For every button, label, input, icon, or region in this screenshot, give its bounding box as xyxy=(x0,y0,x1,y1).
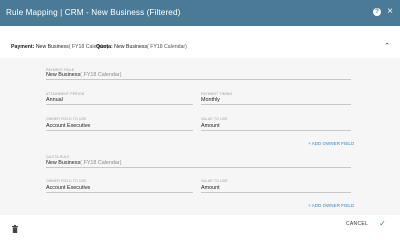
modal-header: Rule Mapping | CRM - New Business (Filte… xyxy=(0,0,400,26)
payment-timing-select[interactable]: Monthly xyxy=(201,96,351,105)
quota-summary-calendar: ( FY18 Calendar) xyxy=(147,44,187,50)
close-icon[interactable]: × xyxy=(385,5,395,19)
quota-rule-field[interactable]: New Business( FY18 Calendar) xyxy=(46,159,351,168)
attainment-period-select[interactable]: Annual xyxy=(46,96,193,105)
quota-summary-value: New Business xyxy=(114,44,148,50)
trash-icon[interactable] xyxy=(12,220,18,233)
quota-summary: Quota: New Business( FY18 Calendar) xyxy=(96,44,187,50)
payment-summary: Payment: New Business( FY18 Calendar) xyxy=(11,44,109,50)
value-field-label: VALUE TO USE xyxy=(201,117,228,121)
mapping-content: PAYMENT RULE New Business( FY18 Calendar… xyxy=(0,58,400,215)
help-icon[interactable]: ? xyxy=(373,8,381,16)
add-owner-field-button[interactable]: + ADD OWNER FIELD xyxy=(308,141,354,146)
quota-owner-field-select[interactable]: Account Executive xyxy=(46,184,193,193)
value-field-select[interactable]: Amount xyxy=(201,122,351,131)
quota-value-field-label: VALUE TO USE xyxy=(201,179,228,183)
mapping-summary: Payment: New Business( FY18 Calendar) Qu… xyxy=(0,40,400,54)
modal-footer: CANCEL ✓ xyxy=(0,215,400,233)
modal-title: Rule Mapping | CRM - New Business (Filte… xyxy=(6,8,181,17)
chevron-up-icon[interactable]: ⌃ xyxy=(382,40,392,54)
payment-rule-field[interactable]: New Business( FY18 Calendar) xyxy=(46,71,351,80)
payment-summary-value: New Business xyxy=(35,44,69,50)
check-icon[interactable]: ✓ xyxy=(378,218,387,229)
owner-field-label: OWNER FIELD TO USE xyxy=(46,117,87,121)
owner-field-select[interactable]: Account Executive xyxy=(46,122,193,131)
quota-value-field-select[interactable]: Amount xyxy=(201,184,351,193)
quota-owner-field-label: OWNER FIELD TO USE xyxy=(46,179,87,183)
cancel-button[interactable]: CANCEL xyxy=(346,219,368,229)
quota-add-owner-field-button[interactable]: + ADD OWNER FIELD xyxy=(308,203,354,208)
